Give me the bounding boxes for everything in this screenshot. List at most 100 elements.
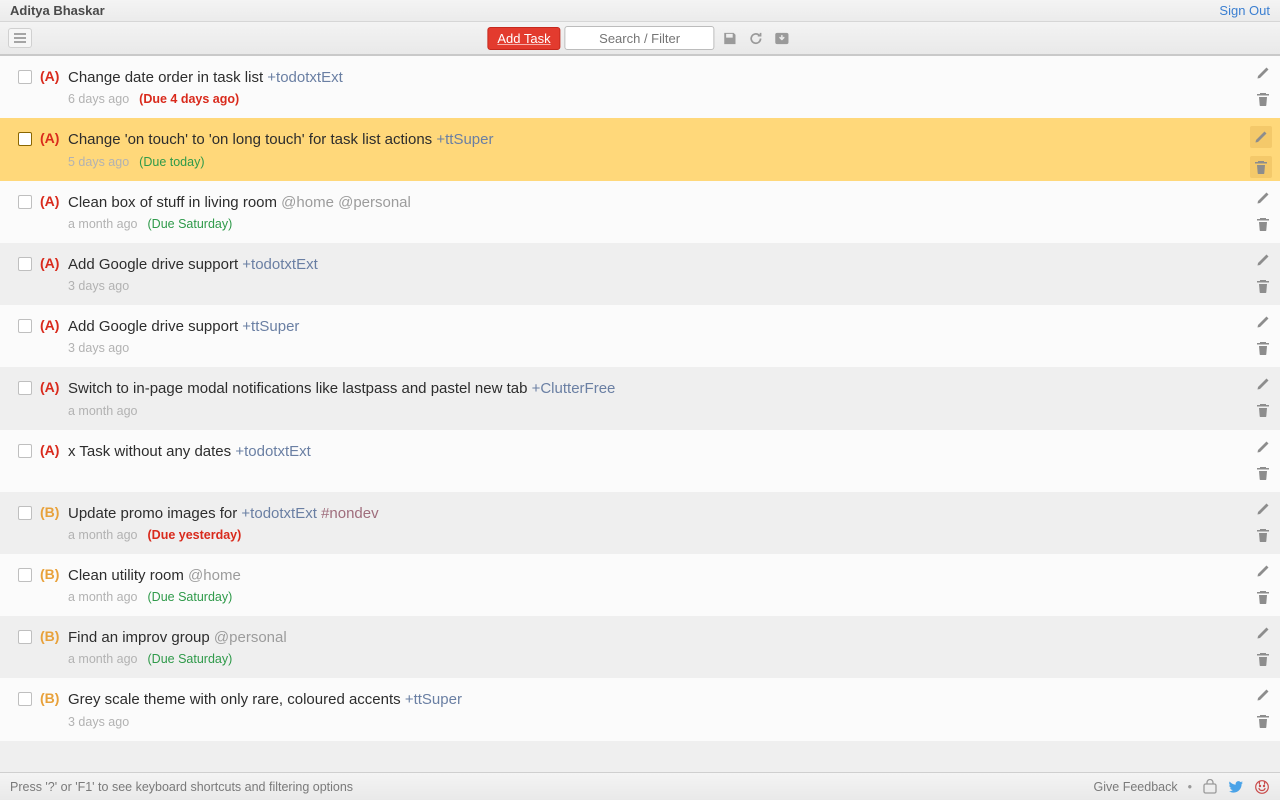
task-project-tag[interactable]: +todotxtExt bbox=[241, 505, 316, 522]
task-checkbox[interactable] bbox=[18, 692, 32, 706]
task-row[interactable]: (B)Update promo images for +todotxtExt #… bbox=[0, 492, 1280, 554]
task-project-tag[interactable]: +ttSuper bbox=[436, 131, 493, 148]
task-priority: (A) bbox=[40, 68, 68, 84]
task-row[interactable]: (A)Change 'on touch' to 'on long touch' … bbox=[0, 118, 1280, 180]
edit-button[interactable] bbox=[1254, 313, 1272, 331]
task-text: x Task without any dates bbox=[68, 443, 235, 460]
chrome-webstore-link[interactable] bbox=[1202, 779, 1218, 795]
task-row[interactable]: (A)Add Google drive support +ttSuper3 da… bbox=[0, 305, 1280, 367]
task-title: Grey scale theme with only rare, coloure… bbox=[68, 690, 1244, 710]
task-row[interactable]: (A)Switch to in-page modal notifications… bbox=[0, 367, 1280, 429]
task-context-tag[interactable]: @personal bbox=[338, 194, 411, 211]
task-body: Clean utility room @homea month ago(Due … bbox=[68, 566, 1244, 604]
edit-button[interactable] bbox=[1254, 562, 1272, 580]
task-created: 6 days ago bbox=[68, 92, 129, 106]
task-title: Change 'on touch' to 'on long touch' for… bbox=[68, 130, 1244, 150]
checkbox-wrap bbox=[10, 317, 40, 333]
task-project-tag[interactable]: +ClutterFree bbox=[532, 380, 616, 397]
task-title: Find an improv group @personal bbox=[68, 628, 1244, 648]
edit-button[interactable] bbox=[1254, 189, 1272, 207]
task-actions bbox=[1254, 189, 1272, 233]
refresh-button[interactable] bbox=[745, 27, 767, 49]
edit-button[interactable] bbox=[1250, 126, 1272, 148]
task-meta: a month ago(Due yesterday) bbox=[68, 528, 1244, 542]
task-project-tag[interactable]: +todotxtExt bbox=[267, 69, 342, 86]
delete-button[interactable] bbox=[1254, 215, 1272, 233]
task-checkbox[interactable] bbox=[18, 568, 32, 582]
delete-button[interactable] bbox=[1250, 156, 1272, 178]
delete-button[interactable] bbox=[1254, 712, 1272, 730]
edit-button[interactable] bbox=[1254, 500, 1272, 518]
delete-button[interactable] bbox=[1254, 650, 1272, 668]
task-body: Change date order in task list +todotxtE… bbox=[68, 68, 1244, 106]
task-project-tag[interactable]: +ttSuper bbox=[405, 691, 462, 708]
task-row[interactable]: (B)Grey scale theme with only rare, colo… bbox=[0, 678, 1280, 740]
task-text: Change 'on touch' to 'on long touch' for… bbox=[68, 131, 436, 148]
delete-button[interactable] bbox=[1254, 277, 1272, 295]
task-row[interactable]: (B)Find an improv group @personala month… bbox=[0, 616, 1280, 678]
trash-icon bbox=[1255, 278, 1271, 294]
delete-button[interactable] bbox=[1254, 526, 1272, 544]
task-actions bbox=[1254, 562, 1272, 606]
separator-dot: • bbox=[1188, 780, 1192, 794]
task-checkbox[interactable] bbox=[18, 506, 32, 520]
task-context-tag[interactable]: @home bbox=[281, 194, 334, 211]
trash-icon bbox=[1255, 589, 1271, 605]
github-link[interactable] bbox=[1254, 779, 1270, 795]
task-checkbox[interactable] bbox=[18, 319, 32, 333]
edit-button[interactable] bbox=[1254, 438, 1272, 456]
task-checkbox[interactable] bbox=[18, 132, 32, 146]
pencil-icon bbox=[1255, 376, 1271, 392]
task-priority: (B) bbox=[40, 690, 68, 706]
edit-button[interactable] bbox=[1254, 624, 1272, 642]
give-feedback-link[interactable]: Give Feedback bbox=[1094, 780, 1178, 794]
task-checkbox[interactable] bbox=[18, 70, 32, 84]
delete-button[interactable] bbox=[1254, 464, 1272, 482]
sign-out-link[interactable]: Sign Out bbox=[1219, 3, 1270, 18]
checkbox-wrap bbox=[10, 255, 40, 271]
task-context-tag[interactable]: @home bbox=[188, 567, 241, 584]
task-row[interactable]: (B)Clean utility room @homea month ago(D… bbox=[0, 554, 1280, 616]
task-row[interactable]: (A)x Task without any dates +todotxtExt bbox=[0, 430, 1280, 492]
task-list[interactable]: (A)Change date order in task list +todot… bbox=[0, 56, 1280, 772]
task-project-tag[interactable]: +todotxtExt bbox=[235, 443, 310, 460]
checkbox-wrap bbox=[10, 566, 40, 582]
task-created: a month ago bbox=[68, 590, 138, 604]
pencil-icon bbox=[1255, 65, 1271, 81]
edit-button[interactable] bbox=[1254, 686, 1272, 704]
search-input[interactable] bbox=[565, 26, 715, 50]
task-row[interactable]: (A)Add Google drive support +todotxtExt3… bbox=[0, 243, 1280, 305]
task-context-tag[interactable]: @personal bbox=[214, 629, 287, 646]
delete-button[interactable] bbox=[1254, 588, 1272, 606]
delete-button[interactable] bbox=[1254, 401, 1272, 419]
save-button[interactable] bbox=[719, 27, 741, 49]
checkbox-wrap bbox=[10, 130, 40, 146]
archive-button[interactable] bbox=[771, 27, 793, 49]
edit-button[interactable] bbox=[1254, 64, 1272, 82]
task-hashtag-tag[interactable]: #nondev bbox=[321, 505, 379, 522]
menu-button[interactable] bbox=[8, 28, 32, 48]
task-row[interactable]: (A)Change date order in task list +todot… bbox=[0, 56, 1280, 118]
task-created: a month ago bbox=[68, 528, 138, 542]
trash-icon bbox=[1255, 713, 1271, 729]
edit-button[interactable] bbox=[1254, 375, 1272, 393]
task-checkbox[interactable] bbox=[18, 257, 32, 271]
task-checkbox[interactable] bbox=[18, 444, 32, 458]
task-created: 3 days ago bbox=[68, 341, 129, 355]
task-project-tag[interactable]: +ttSuper bbox=[242, 318, 299, 335]
task-created: 5 days ago bbox=[68, 155, 129, 169]
edit-button[interactable] bbox=[1254, 251, 1272, 269]
task-row[interactable]: (A)Clean box of stuff in living room @ho… bbox=[0, 181, 1280, 243]
webstore-icon bbox=[1202, 779, 1218, 795]
add-task-button[interactable]: Add Task bbox=[487, 27, 560, 50]
task-checkbox[interactable] bbox=[18, 381, 32, 395]
task-checkbox[interactable] bbox=[18, 195, 32, 209]
delete-button[interactable] bbox=[1254, 90, 1272, 108]
task-project-tag[interactable]: +todotxtExt bbox=[242, 256, 317, 273]
twitter-link[interactable] bbox=[1228, 779, 1244, 795]
task-body: Grey scale theme with only rare, coloure… bbox=[68, 690, 1244, 728]
delete-button[interactable] bbox=[1254, 339, 1272, 357]
task-row-partial[interactable] bbox=[0, 741, 1280, 773]
task-text: Grey scale theme with only rare, coloure… bbox=[68, 691, 405, 708]
task-checkbox[interactable] bbox=[18, 630, 32, 644]
